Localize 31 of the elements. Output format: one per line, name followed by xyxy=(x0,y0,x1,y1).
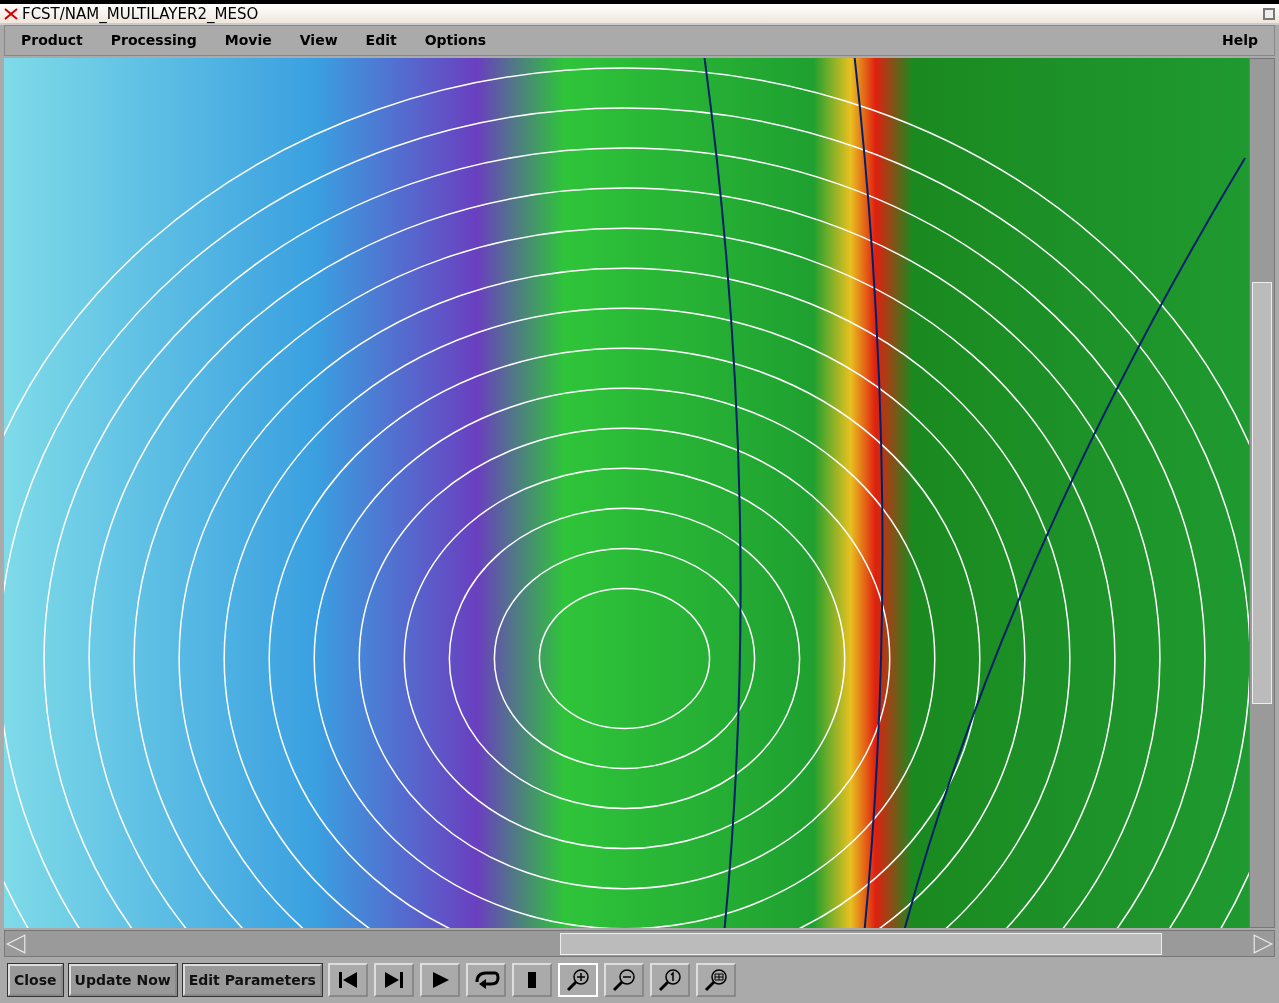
help-menu[interactable]: Help xyxy=(1221,32,1258,49)
menu-item[interactable]: Product xyxy=(21,32,83,49)
zoom-out-icon xyxy=(612,969,635,992)
magnifier-one-icon xyxy=(658,969,681,992)
toolbar-button[interactable]: Update Now xyxy=(68,964,177,996)
tool-button[interactable] xyxy=(511,963,552,997)
tool-button[interactable] xyxy=(419,963,460,997)
stop-icon xyxy=(527,972,536,988)
loop-arrow-icon xyxy=(475,971,500,989)
window-title: FCST/NAM_MULTILAYER2_MESO xyxy=(22,4,260,23)
tool-button[interactable] xyxy=(373,963,414,997)
magnifier-grid-icon xyxy=(704,969,727,992)
menu-item[interactable]: Edit xyxy=(365,32,397,49)
tool-button[interactable] xyxy=(465,963,506,997)
play-icon xyxy=(432,972,449,988)
toolbar-button[interactable]: Edit Parameters xyxy=(182,964,322,996)
skip-to-end-icon xyxy=(384,972,403,988)
skip-to-start-icon xyxy=(338,972,357,988)
menu-item[interactable]: Movie xyxy=(224,32,272,49)
menu-item[interactable]: Processing xyxy=(110,32,197,49)
menu-item[interactable]: View xyxy=(299,32,338,49)
close-x-icon[interactable] xyxy=(4,7,18,20)
maximize-button[interactable] xyxy=(1263,7,1275,20)
menu-item[interactable]: Options xyxy=(424,32,487,49)
tool-button[interactable] xyxy=(603,963,644,997)
toolbar-button[interactable]: Close xyxy=(8,964,63,996)
tool-button[interactable] xyxy=(695,963,736,997)
vertical-scrollbar[interactable] xyxy=(1249,57,1275,929)
tool-button[interactable] xyxy=(327,963,368,997)
zoom-in-icon xyxy=(566,969,589,992)
tool-button[interactable] xyxy=(649,963,690,997)
